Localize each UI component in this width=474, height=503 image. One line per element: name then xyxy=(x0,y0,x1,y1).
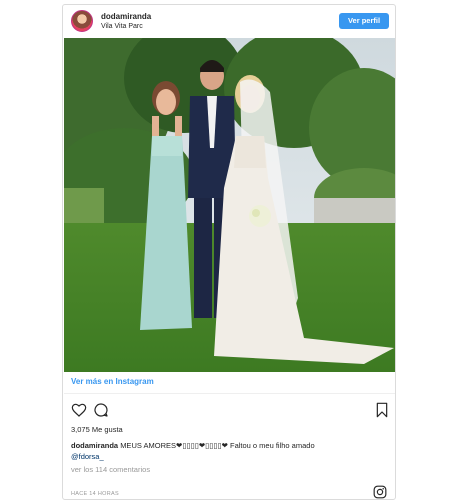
instagram-embed: dodamiranda Vila Vita Parc Ver perfil Ve… xyxy=(62,4,396,500)
caption: dodamiranda MEUS AMORES❤▯▯▯▯❤▯▯▯▯❤ Falto… xyxy=(71,440,389,462)
likes-count[interactable]: 3,075 Me gusta xyxy=(71,425,123,434)
photo-illustration xyxy=(64,38,395,372)
post-actions xyxy=(67,399,393,421)
post-photo[interactable] xyxy=(64,38,395,372)
comment-icon[interactable] xyxy=(93,402,109,418)
post-header: dodamiranda Vila Vita Parc Ver perfil xyxy=(63,5,395,37)
caption-username[interactable]: dodamiranda xyxy=(71,441,118,450)
view-comments-link[interactable]: ver los 114 comentarios xyxy=(71,465,150,474)
bookmark-icon[interactable] xyxy=(375,402,389,418)
username[interactable]: dodamiranda xyxy=(101,12,151,21)
timestamp: HACE 14 HORAS xyxy=(71,491,119,497)
view-more-on-instagram-link[interactable]: Ver más en Instagram xyxy=(71,377,154,386)
divider xyxy=(64,393,395,394)
caption-mention[interactable]: @fdorsa_ xyxy=(71,452,104,461)
heart-icon[interactable] xyxy=(71,402,87,418)
location[interactable]: Vila Vita Parc xyxy=(101,23,143,30)
avatar[interactable] xyxy=(71,10,93,32)
instagram-icon[interactable] xyxy=(373,485,387,499)
caption-text: MEUS AMORES❤▯▯▯▯❤▯▯▯▯❤ Faltou o meu filh… xyxy=(120,441,315,450)
view-profile-button[interactable]: Ver perfil xyxy=(339,13,389,29)
